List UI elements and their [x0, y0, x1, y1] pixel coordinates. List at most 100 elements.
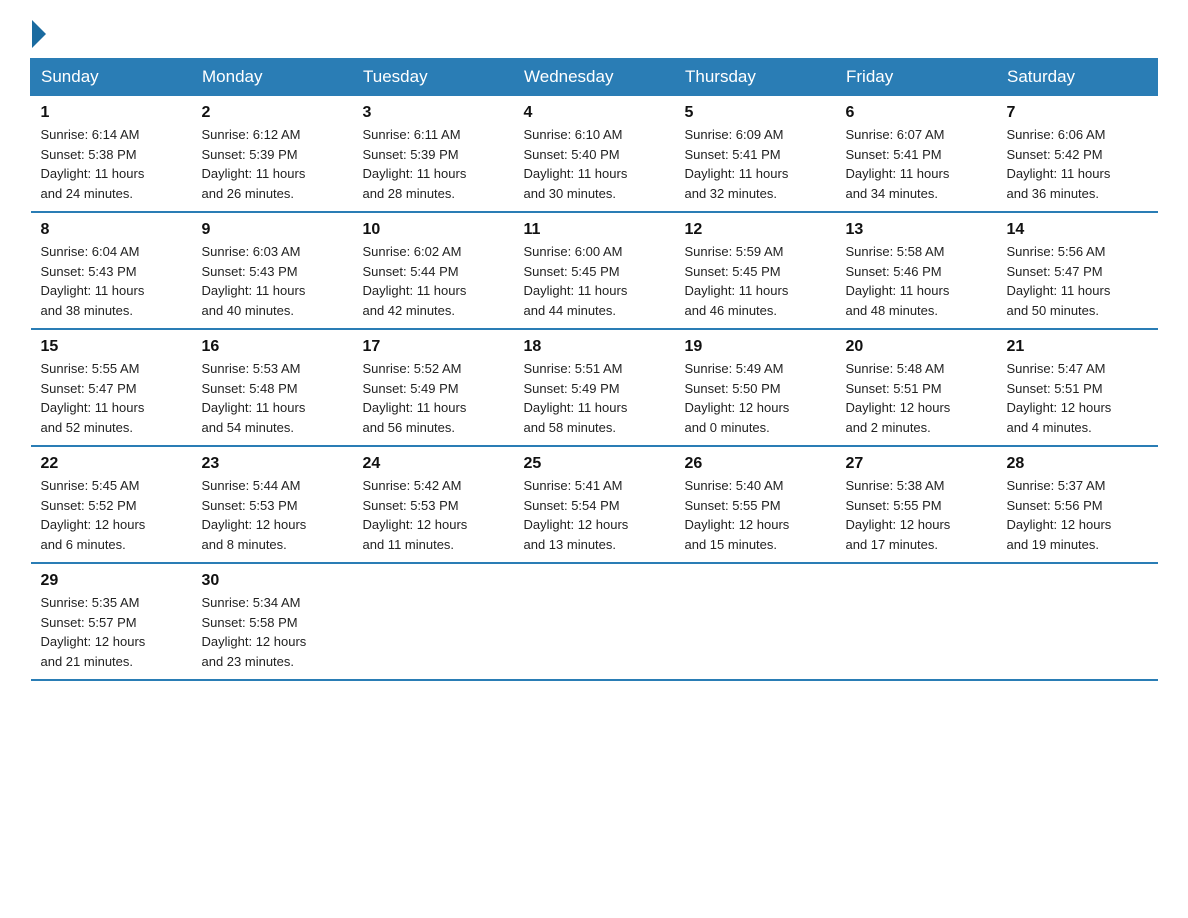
day-number: 7 [1007, 104, 1148, 122]
day-number: 1 [41, 104, 182, 122]
calendar-body: 1 Sunrise: 6:14 AM Sunset: 5:38 PM Daylig… [31, 96, 1158, 681]
calendar-week-row: 15 Sunrise: 5:55 AM Sunset: 5:47 PM Dayli… [31, 329, 1158, 446]
day-info: Sunrise: 5:42 AM Sunset: 5:53 PM Dayligh… [363, 476, 504, 554]
calendar-cell: 2Sunrise: 6:12 AM Sunset: 5:39 PM Daylig… [192, 96, 353, 213]
day-info: Sunrise: 5:34 AM Sunset: 5:58 PM Dayligh… [202, 593, 343, 671]
day-number: 25 [524, 455, 665, 473]
calendar-week-row: 8Sunrise: 6:04 AM Sunset: 5:43 PM Daylig… [31, 212, 1158, 329]
calendar-week-row: 1 Sunrise: 6:14 AM Sunset: 5:38 PM Daylig… [31, 96, 1158, 213]
calendar-cell: 11 Sunrise: 6:00 AM Sunset: 5:45 PM Dayli… [514, 212, 675, 329]
day-info: Sunrise: 5:51 AM Sunset: 5:49 PM Dayligh… [524, 359, 665, 437]
day-info: Sunrise: 5:38 AM Sunset: 5:55 PM Dayligh… [846, 476, 987, 554]
page-header [30, 20, 1158, 48]
calendar-cell: 12 Sunrise: 5:59 AM Sunset: 5:45 PM Dayli… [675, 212, 836, 329]
calendar-cell: 1 Sunrise: 6:14 AM Sunset: 5:38 PM Daylig… [31, 96, 192, 213]
calendar-cell: 13 Sunrise: 5:58 AM Sunset: 5:46 PM Dayli… [836, 212, 997, 329]
calendar-cell: 7 Sunrise: 6:06 AM Sunset: 5:42 PM Daylig… [997, 96, 1158, 213]
calendar-cell: 23 Sunrise: 5:44 AM Sunset: 5:53 PM Dayli… [192, 446, 353, 563]
day-number: 23 [202, 455, 343, 473]
day-info: Sunrise: 6:09 AM Sunset: 5:41 PM Dayligh… [685, 125, 826, 203]
day-info: Sunrise: 6:00 AM Sunset: 5:45 PM Dayligh… [524, 242, 665, 320]
calendar-table: SundayMondayTuesdayWednesdayThursdayFrid… [30, 58, 1158, 681]
day-info: Sunrise: 6:11 AM Sunset: 5:39 PM Dayligh… [363, 125, 504, 203]
calendar-cell: 29Sunrise: 5:35 AM Sunset: 5:57 PM Dayli… [31, 563, 192, 680]
day-info: Sunrise: 5:59 AM Sunset: 5:45 PM Dayligh… [685, 242, 826, 320]
calendar-header: SundayMondayTuesdayWednesdayThursdayFrid… [31, 59, 1158, 96]
day-number: 17 [363, 338, 504, 356]
calendar-cell: 22 Sunrise: 5:45 AM Sunset: 5:52 PM Dayli… [31, 446, 192, 563]
day-info: Sunrise: 5:44 AM Sunset: 5:53 PM Dayligh… [202, 476, 343, 554]
day-number: 28 [1007, 455, 1148, 473]
calendar-cell: 17Sunrise: 5:52 AM Sunset: 5:49 PM Dayli… [353, 329, 514, 446]
calendar-cell: 15 Sunrise: 5:55 AM Sunset: 5:47 PM Dayli… [31, 329, 192, 446]
day-info: Sunrise: 6:03 AM Sunset: 5:43 PM Dayligh… [202, 242, 343, 320]
day-number: 3 [363, 104, 504, 122]
day-of-week-header: Saturday [997, 59, 1158, 96]
day-info: Sunrise: 5:49 AM Sunset: 5:50 PM Dayligh… [685, 359, 826, 437]
day-info: Sunrise: 5:35 AM Sunset: 5:57 PM Dayligh… [41, 593, 182, 671]
calendar-week-row: 22 Sunrise: 5:45 AM Sunset: 5:52 PM Dayli… [31, 446, 1158, 563]
calendar-cell: 4 Sunrise: 6:10 AM Sunset: 5:40 PM Daylig… [514, 96, 675, 213]
day-info: Sunrise: 6:10 AM Sunset: 5:40 PM Dayligh… [524, 125, 665, 203]
calendar-cell: 10 Sunrise: 6:02 AM Sunset: 5:44 PM Dayli… [353, 212, 514, 329]
day-info: Sunrise: 5:37 AM Sunset: 5:56 PM Dayligh… [1007, 476, 1148, 554]
day-number: 15 [41, 338, 182, 356]
day-number: 18 [524, 338, 665, 356]
calendar-cell [353, 563, 514, 680]
logo [30, 20, 48, 48]
day-info: Sunrise: 5:53 AM Sunset: 5:48 PM Dayligh… [202, 359, 343, 437]
day-number: 12 [685, 221, 826, 239]
day-number: 4 [524, 104, 665, 122]
calendar-cell: 21 Sunrise: 5:47 AM Sunset: 5:51 PM Dayli… [997, 329, 1158, 446]
calendar-cell: 6 Sunrise: 6:07 AM Sunset: 5:41 PM Daylig… [836, 96, 997, 213]
day-info: Sunrise: 5:45 AM Sunset: 5:52 PM Dayligh… [41, 476, 182, 554]
calendar-cell: 28 Sunrise: 5:37 AM Sunset: 5:56 PM Dayli… [997, 446, 1158, 563]
calendar-cell [836, 563, 997, 680]
calendar-cell: 19 Sunrise: 5:49 AM Sunset: 5:50 PM Dayli… [675, 329, 836, 446]
day-info: Sunrise: 5:40 AM Sunset: 5:55 PM Dayligh… [685, 476, 826, 554]
day-number: 19 [685, 338, 826, 356]
calendar-week-row: 29Sunrise: 5:35 AM Sunset: 5:57 PM Dayli… [31, 563, 1158, 680]
day-info: Sunrise: 5:56 AM Sunset: 5:47 PM Dayligh… [1007, 242, 1148, 320]
day-number: 22 [41, 455, 182, 473]
calendar-cell: 18 Sunrise: 5:51 AM Sunset: 5:49 PM Dayli… [514, 329, 675, 446]
day-number: 9 [202, 221, 343, 239]
day-info: Sunrise: 6:07 AM Sunset: 5:41 PM Dayligh… [846, 125, 987, 203]
calendar-cell: 20 Sunrise: 5:48 AM Sunset: 5:51 PM Dayli… [836, 329, 997, 446]
day-info: Sunrise: 6:12 AM Sunset: 5:39 PM Dayligh… [202, 125, 343, 203]
day-number: 13 [846, 221, 987, 239]
calendar-cell: 27Sunrise: 5:38 AM Sunset: 5:55 PM Dayli… [836, 446, 997, 563]
calendar-cell: 14 Sunrise: 5:56 AM Sunset: 5:47 PM Dayli… [997, 212, 1158, 329]
day-info: Sunrise: 5:47 AM Sunset: 5:51 PM Dayligh… [1007, 359, 1148, 437]
header-row: SundayMondayTuesdayWednesdayThursdayFrid… [31, 59, 1158, 96]
day-of-week-header: Thursday [675, 59, 836, 96]
day-of-week-header: Wednesday [514, 59, 675, 96]
calendar-cell: 3 Sunrise: 6:11 AM Sunset: 5:39 PM Daylig… [353, 96, 514, 213]
day-number: 10 [363, 221, 504, 239]
day-info: Sunrise: 6:02 AM Sunset: 5:44 PM Dayligh… [363, 242, 504, 320]
day-number: 11 [524, 221, 665, 239]
calendar-cell: 8Sunrise: 6:04 AM Sunset: 5:43 PM Daylig… [31, 212, 192, 329]
day-number: 21 [1007, 338, 1148, 356]
calendar-cell: 24 Sunrise: 5:42 AM Sunset: 5:53 PM Dayli… [353, 446, 514, 563]
day-number: 16 [202, 338, 343, 356]
day-info: Sunrise: 6:06 AM Sunset: 5:42 PM Dayligh… [1007, 125, 1148, 203]
day-info: Sunrise: 5:48 AM Sunset: 5:51 PM Dayligh… [846, 359, 987, 437]
day-number: 14 [1007, 221, 1148, 239]
day-of-week-header: Monday [192, 59, 353, 96]
calendar-cell: 25Sunrise: 5:41 AM Sunset: 5:54 PM Dayli… [514, 446, 675, 563]
calendar-cell: 30Sunrise: 5:34 AM Sunset: 5:58 PM Dayli… [192, 563, 353, 680]
day-info: Sunrise: 5:58 AM Sunset: 5:46 PM Dayligh… [846, 242, 987, 320]
day-number: 6 [846, 104, 987, 122]
calendar-cell: 9 Sunrise: 6:03 AM Sunset: 5:43 PM Daylig… [192, 212, 353, 329]
day-number: 20 [846, 338, 987, 356]
day-info: Sunrise: 5:55 AM Sunset: 5:47 PM Dayligh… [41, 359, 182, 437]
day-of-week-header: Sunday [31, 59, 192, 96]
day-of-week-header: Tuesday [353, 59, 514, 96]
calendar-cell [514, 563, 675, 680]
calendar-cell: 26 Sunrise: 5:40 AM Sunset: 5:55 PM Dayli… [675, 446, 836, 563]
day-number: 26 [685, 455, 826, 473]
day-info: Sunrise: 6:14 AM Sunset: 5:38 PM Dayligh… [41, 125, 182, 203]
day-info: Sunrise: 6:04 AM Sunset: 5:43 PM Dayligh… [41, 242, 182, 320]
day-number: 24 [363, 455, 504, 473]
